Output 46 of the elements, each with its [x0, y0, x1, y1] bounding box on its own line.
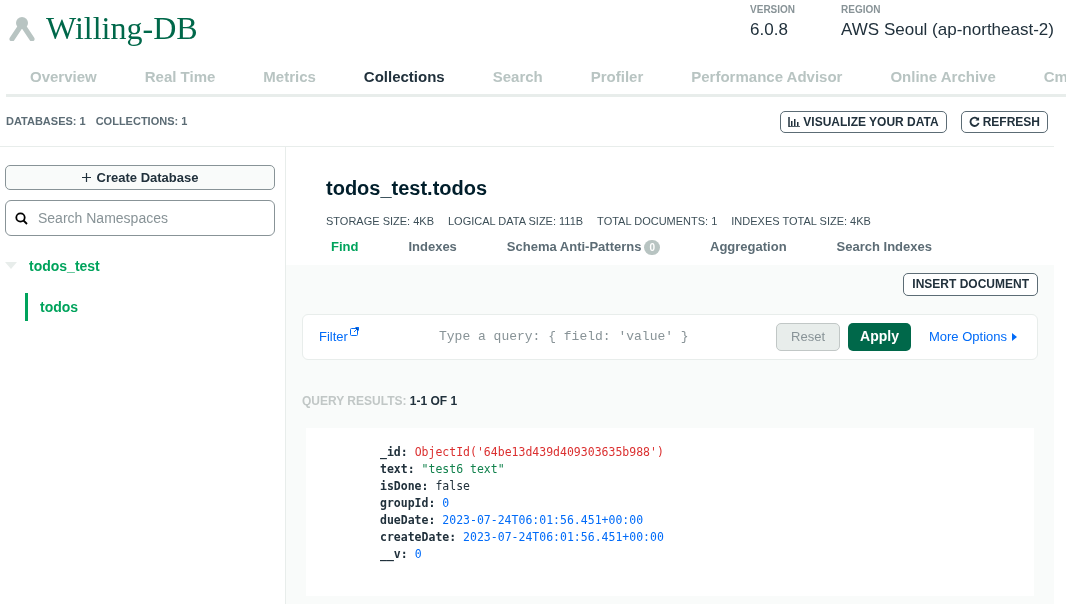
document-field: createDate: 2023-07-24T06:01:56.451+00:00	[380, 528, 1034, 546]
collection-tab[interactable]: Find	[316, 237, 374, 257]
database-item[interactable]: todos_test	[29, 255, 100, 277]
collection-tab[interactable]: Aggregation	[695, 237, 802, 257]
search-icon	[15, 212, 28, 225]
collection-tab[interactable]: Search Indexes	[821, 237, 947, 257]
meta-label: VERSION	[750, 3, 796, 17]
collection-item[interactable]: todos	[25, 293, 280, 321]
query-results-text: QUERY RESULTS: 1-1 OF 1	[302, 392, 459, 410]
collection-title: todos_test.todos	[326, 176, 489, 201]
external-link-icon	[349, 326, 359, 336]
create-database-button[interactable]: Create Database	[5, 165, 275, 190]
plus-icon	[81, 173, 91, 182]
meta-value: AWS Seoul (ap-northeast-2)	[841, 19, 1054, 41]
stat-text: TOTAL DOCUMENTS: 1	[597, 214, 718, 229]
meta-label: REGION	[841, 3, 882, 17]
document-field: groupId: 0	[380, 494, 1034, 512]
stat-text: LOGICAL DATA SIZE: 111B	[448, 214, 584, 229]
org-logo-icon	[8, 15, 36, 41]
reset-button[interactable]: Reset	[776, 322, 841, 351]
project-title: Willing-DB	[46, 9, 198, 48]
nav-tab[interactable]: Collections	[339, 60, 469, 94]
caret-icon	[1012, 332, 1017, 341]
collection-tab[interactable]: Indexes	[393, 237, 472, 257]
count-label: COLLECTIONS: 1	[95, 114, 188, 130]
bar-chart-icon	[788, 116, 801, 127]
search-field[interactable]: Search Namespaces	[5, 200, 275, 236]
query-field[interactable]: Type a query: { field: 'value' }	[439, 326, 777, 347]
document-field: __v: 0	[380, 545, 1034, 563]
filter-link[interactable]: Filter	[319, 326, 439, 347]
collection-tab[interactable]: Schema Anti-Patterns 0	[491, 237, 676, 257]
refresh-icon	[968, 116, 980, 127]
apply-button[interactable]: Apply	[848, 322, 911, 351]
visualize-button[interactable]: VISUALIZE YOUR DATA	[780, 110, 947, 133]
refresh-button[interactable]: REFRESH	[960, 110, 1048, 133]
document-field: dueDate: 2023-07-24T06:01:56.451+00:00	[380, 511, 1034, 529]
more-options-link[interactable]: More Options	[928, 326, 1017, 347]
document-field: _id: ObjectId('64be13d439d409303635b988')	[380, 443, 1034, 461]
count-badge: 0	[644, 239, 661, 255]
count-label: DATABASES: 1	[6, 114, 86, 130]
document-field: text: "test6 text"	[380, 460, 1034, 478]
stat-text: STORAGE SIZE: 4KB	[326, 214, 434, 229]
insert-document-button[interactable]: INSERT DOCUMENT	[903, 272, 1038, 296]
document-field: isDone: false	[380, 477, 1034, 495]
meta-value: 6.0.8	[750, 19, 789, 41]
stat-text: INDEXES TOTAL SIZE: 4KB	[731, 214, 871, 229]
